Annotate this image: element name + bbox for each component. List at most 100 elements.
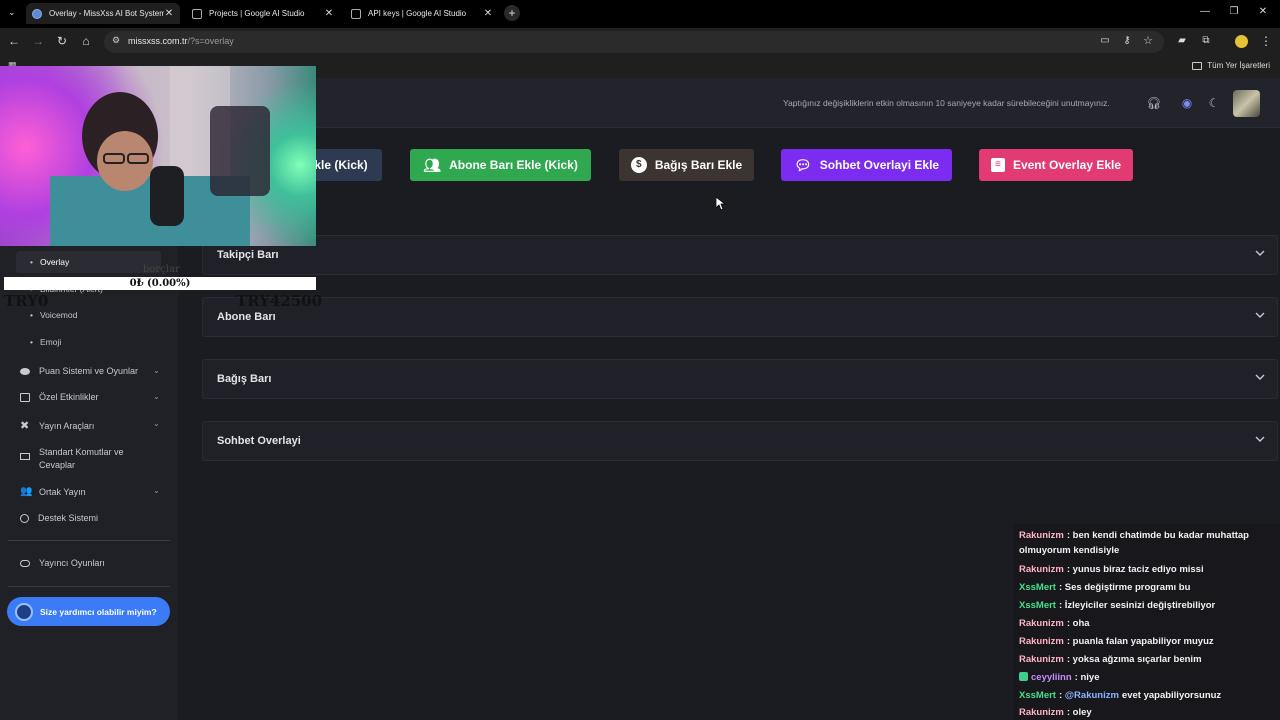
chat-badge-icon: [1019, 672, 1028, 681]
chat-text: : Ses değiştirme programı bu: [1058, 582, 1191, 593]
sidebar-item-stream-tools[interactable]: ✖ Yayın Araçları: [20, 419, 94, 432]
accordion-chat-overlay[interactable]: Sohbet Overlayi: [202, 421, 1278, 461]
action-label: Sohbet Overlayi Ekle: [819, 158, 940, 172]
new-tab-button[interactable]: +: [504, 5, 520, 21]
back-arrow-icon[interactable]: ←: [6, 34, 22, 48]
headset-icon[interactable]: 🎧︎: [1146, 96, 1162, 110]
assistant-button[interactable]: Size yardımcı olabilir miyim?: [7, 597, 170, 626]
close-window-button[interactable]: ✕: [1256, 6, 1270, 17]
chevron-down-icon: ⌄: [153, 419, 160, 428]
home-icon[interactable]: ⌂: [78, 34, 94, 48]
page-header: [178, 78, 1280, 128]
tab-api-keys[interactable]: API keys | Google AI Studio ✕: [345, 3, 499, 24]
sidebar-item-special-events[interactable]: Özel Etkinlikler: [20, 392, 99, 402]
sidebar-divider: [8, 586, 170, 587]
accordion-title: Abone Barı: [217, 311, 276, 323]
accordion-follower-bar[interactable]: Takipçi Barı: [202, 235, 1278, 275]
support-icon: [20, 513, 29, 523]
chat-text: : yunus biraz taciz ediyo missi: [1066, 564, 1204, 575]
chat-message: ceyyliinn: niye: [1019, 670, 1274, 685]
sidebar-subitem-overlay[interactable]: Overlay: [30, 257, 69, 267]
chat-message: Rakunizm: puanla falan yapabiliyor muyuz: [1019, 634, 1274, 649]
bookmark-star-icon[interactable]: ☆: [1140, 34, 1156, 48]
goal-min: TRY0: [4, 292, 49, 310]
settings-notice: Yaptığınız değişikliklerin etkin olmasın…: [783, 98, 1110, 108]
chat-text: : yoksa ağzıma sıçarlar benim: [1066, 654, 1202, 665]
add-event-overlay-button[interactable]: ≡ Event Overlay Ekle: [979, 149, 1133, 181]
cast-icon[interactable]: ▭: [1097, 34, 1113, 48]
all-bookmarks-label: Tüm Yer İşaretleri: [1207, 61, 1270, 70]
chevron-down-icon: [1255, 374, 1265, 380]
users-icon: 👥: [20, 486, 33, 497]
sidebar-item-co-stream[interactable]: 👥 Ortak Yayın: [20, 486, 86, 497]
sidebar-subitem-emoji[interactable]: Emoji: [30, 337, 61, 347]
reload-icon[interactable]: ↻: [54, 34, 70, 48]
sidebar-item-points-games[interactable]: Puan Sistemi ve Oyunlar: [20, 366, 138, 376]
chat-username: Rakunizm: [1019, 530, 1064, 541]
accordion-subscriber-bar[interactable]: Abone Barı: [202, 297, 1278, 337]
chat-text: : oley: [1066, 707, 1092, 718]
discord-icon[interactable]: ◉: [1179, 96, 1195, 110]
close-icon[interactable]: ✕: [483, 8, 493, 19]
sidebar-item-label: Puan Sistemi ve Oyunlar: [39, 366, 139, 376]
chat-text: evet yapabiliyorsunuz: [1121, 690, 1222, 701]
chevron-down-icon: ⌄: [153, 486, 160, 495]
sidebar-item-label: Yayıncı Oyunları: [39, 558, 105, 568]
users-icon: 👥︎: [423, 157, 441, 173]
money-bag-icon: $: [630, 157, 647, 173]
url-host: missxss.com.tr: [128, 36, 188, 46]
minimize-button[interactable]: —: [1198, 6, 1212, 17]
keyboard-icon: [20, 453, 30, 460]
chat-username: Rakunizm: [1019, 707, 1064, 718]
folder-icon: [1192, 61, 1203, 70]
goal-progress-bar: 0₺ (0.00%): [4, 277, 316, 290]
site-info-icon[interactable]: ⚙: [110, 35, 122, 47]
restore-button[interactable]: ❐: [1227, 6, 1241, 17]
password-key-icon[interactable]: ⚷: [1119, 34, 1135, 48]
chat-message: XssMert: İzleyiciler sesinizi değiştireb…: [1019, 598, 1274, 613]
accordion-donation-bar[interactable]: Bağış Barı: [202, 359, 1278, 399]
url-path: /?s=overlay: [187, 36, 234, 46]
chat-bubbles-icon: 💬︎: [793, 157, 812, 173]
sidebar-subitem-voicemod[interactable]: Voicemod: [30, 310, 77, 320]
accordion-title: Takipçi Barı: [217, 249, 279, 261]
globe-icon: [32, 8, 42, 19]
all-bookmarks-folder[interactable]: Tüm Yer İşaretleri: [1192, 61, 1270, 70]
moon-icon[interactable]: ☾: [1206, 96, 1222, 110]
forward-arrow-icon[interactable]: →: [30, 34, 46, 48]
mouse-cursor: [716, 197, 725, 211]
chat-username: Rakunizm: [1019, 636, 1064, 647]
tab-title: Projects | Google AI Studio: [209, 9, 305, 18]
profile-avatar[interactable]: [1235, 35, 1248, 48]
sidebar-item-standard-commands[interactable]: Standart Komutlar ve Cevaplar: [20, 446, 150, 472]
sidebar-item-label: Özel Etkinlikler: [39, 392, 99, 402]
sidebar-item-streamer-games[interactable]: Yayıncı Oyunları: [20, 558, 105, 568]
extension-icon[interactable]: ▰: [1174, 34, 1190, 48]
calendar-icon: [20, 392, 30, 402]
close-icon[interactable]: ✕: [324, 8, 334, 19]
chat-separator: :: [1058, 690, 1065, 701]
chat-text: : puanla falan yapabiliyor muyuz: [1066, 636, 1214, 647]
list-icon: ≡: [990, 158, 1005, 172]
puzzle-extensions-icon[interactable]: ⧉: [1198, 34, 1214, 48]
tab-overlay[interactable]: Overlay - MissXss AI Bot System ✕: [26, 3, 180, 24]
chat-username: Rakunizm: [1019, 654, 1064, 665]
url-text[interactable]: missxss.com.tr/?s=overlay: [128, 36, 234, 46]
tab-search-chevron-icon[interactable]: ⌄: [8, 7, 16, 18]
sidebar-item-label: Destek Sistemi: [38, 513, 99, 523]
address-bar[interactable]: [104, 31, 1164, 53]
add-chat-overlay-button[interactable]: 💬︎ Sohbet Overlayi Ekle: [781, 149, 952, 181]
tab-projects[interactable]: Projects | Google AI Studio ✕: [186, 3, 340, 24]
chat-message: Rakunizm: yoksa ağzıma sıçarlar benim: [1019, 652, 1274, 667]
menu-kebab-icon[interactable]: ⋮: [1258, 34, 1274, 48]
add-subscriber-bar-kick-button[interactable]: 👥︎ Abone Barı Ekle (Kick): [410, 149, 591, 181]
user-avatar[interactable]: [1233, 90, 1260, 117]
action-label: Bağış Barı Ekle: [654, 158, 743, 172]
action-label: kle (Kick): [314, 158, 368, 172]
close-icon[interactable]: ✕: [164, 8, 174, 19]
add-donation-bar-button[interactable]: $ Bağış Barı Ekle: [619, 149, 754, 181]
webcam-person-illustration: [50, 66, 270, 246]
sidebar-item-support[interactable]: Destek Sistemi: [20, 513, 98, 523]
page-icon: [192, 8, 202, 19]
chat-message: XssMert: Ses değiştirme programı bu: [1019, 580, 1274, 595]
